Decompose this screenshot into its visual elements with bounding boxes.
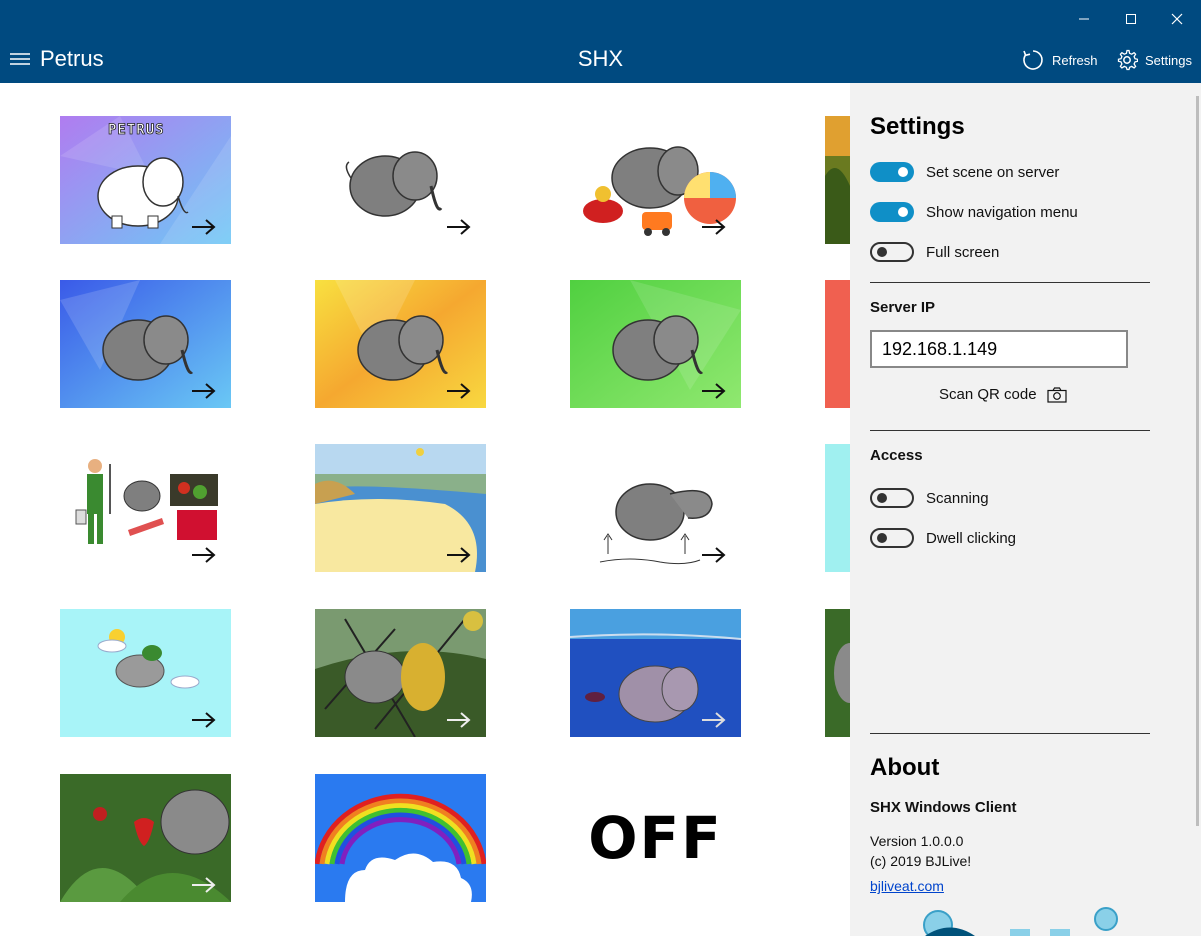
scene-thumbnail [60,280,231,408]
scene-thumbnail [825,609,850,737]
scene-thumbnail [60,774,231,902]
scene-thumbnail [315,774,486,902]
divider [870,733,1150,734]
divider [870,282,1150,283]
toggle-label: Set scene on server [926,163,1060,181]
about-copyright: (c) 2019 BJLive! [870,853,972,869]
toggle-dwell-clicking[interactable]: Dwell clicking [870,527,1016,549]
maximize-icon [1126,14,1136,24]
about-product: SHX Windows Client [870,799,1017,816]
scan-qr-button[interactable]: Scan QR code [939,386,1067,403]
scene-tile-petrus-title[interactable]: PETRUS [60,116,231,244]
access-label: Access [870,447,923,464]
settings-panel: Settings Set scene on server Show naviga… [850,83,1201,936]
about-link[interactable]: bjliveat.com [870,878,944,894]
scene-tile-blue[interactable] [60,280,231,408]
scene-thumbnail [315,280,486,408]
bjlive-logo [923,907,1118,936]
close-icon [1171,13,1183,25]
off-label: OFF [588,804,723,872]
scene-thumbnail [60,609,231,737]
scene-tile-painter[interactable] [60,444,231,572]
server-ip-input[interactable] [870,330,1128,368]
app-bar: Petrus SHX Refresh Settings [0,38,1201,83]
title-bar [0,0,1201,38]
scene-thumbnail [315,444,486,572]
petrus-logo-text: PETRUS [108,122,165,139]
toggle-show-navigation-menu[interactable]: Show navigation menu [870,201,1078,223]
scene-tile-rainbow[interactable] [315,774,486,902]
scene-tile-elephant[interactable] [315,116,486,244]
scene-thumbnail [315,116,486,244]
scene-tile-lemon-tree[interactable] [315,609,486,737]
toggle-full-screen[interactable]: Full screen [870,241,999,263]
toggle-label: Dwell clicking [926,529,1017,547]
maximize-button[interactable] [1108,0,1154,38]
scene-tile-off[interactable]: OFF [570,774,741,902]
scene-tile-partial-r4[interactable] [825,609,850,737]
settings-title: Settings [870,113,965,140]
scene-thumbnail [570,444,741,572]
scene-thumbnail [315,609,486,737]
scene-tile-beach[interactable] [315,444,486,572]
about-version: Version 1.0.0.0 [870,833,964,849]
about-title: About [870,754,940,781]
toggle-set-scene-on-server[interactable]: Set scene on server [870,161,1059,183]
scene-grid: PETRUS OFF [0,83,850,936]
scene-tile-underwater[interactable] [570,609,741,737]
server-ip-label: Server IP [870,299,936,316]
scene-thumbnail [825,116,850,244]
scene-thumbnail [570,609,741,737]
toggle-switch[interactable] [870,202,914,222]
toggle-scanning[interactable]: Scanning [870,487,989,509]
settings-button[interactable]: Settings [1116,46,1192,74]
toggle-switch[interactable] [870,162,914,182]
toggle-switch[interactable] [870,528,914,548]
scene-thumbnail [60,444,231,572]
toggle-switch[interactable] [870,242,914,262]
scene-tile-flying[interactable] [60,609,231,737]
toggle-label: Scanning [926,489,989,507]
toggle-label: Full screen [926,243,1000,261]
scene-tile-partial-r2[interactable] [825,280,850,408]
gear-icon [1117,49,1138,71]
scene-tile-elephant-water[interactable] [570,444,741,572]
scene-tile-strawberry[interactable] [60,774,231,902]
close-button[interactable] [1154,0,1200,38]
scan-qr-label: Scan QR code [939,386,1037,403]
settings-label: Settings [1145,52,1192,68]
scene-tile-green[interactable] [570,280,741,408]
scene-thumbnail [825,444,850,572]
scene-thumbnail [570,116,741,244]
divider [870,430,1150,431]
scene-thumbnail [570,280,741,408]
camera-icon [1046,386,1067,403]
minimize-icon [1079,18,1089,20]
scene-tile-partial-r1[interactable] [825,116,850,244]
minimize-button[interactable] [1061,0,1107,38]
scene-thumbnail [825,280,850,408]
toggle-label: Show navigation menu [926,203,1078,221]
app-window: Petrus SHX Refresh Settings PETRUS OFF S… [0,0,1201,936]
scrollbar[interactable] [1196,96,1199,826]
refresh-label: Refresh [1052,52,1098,68]
refresh-icon [1023,50,1043,70]
scene-tile-toys[interactable] [570,116,741,244]
toggle-switch[interactable] [870,488,914,508]
scene-tile-partial-r3[interactable] [825,444,850,572]
scene-tile-yellow[interactable] [315,280,486,408]
refresh-button[interactable]: Refresh [1022,46,1098,74]
page-title: SHX [577,46,624,71]
